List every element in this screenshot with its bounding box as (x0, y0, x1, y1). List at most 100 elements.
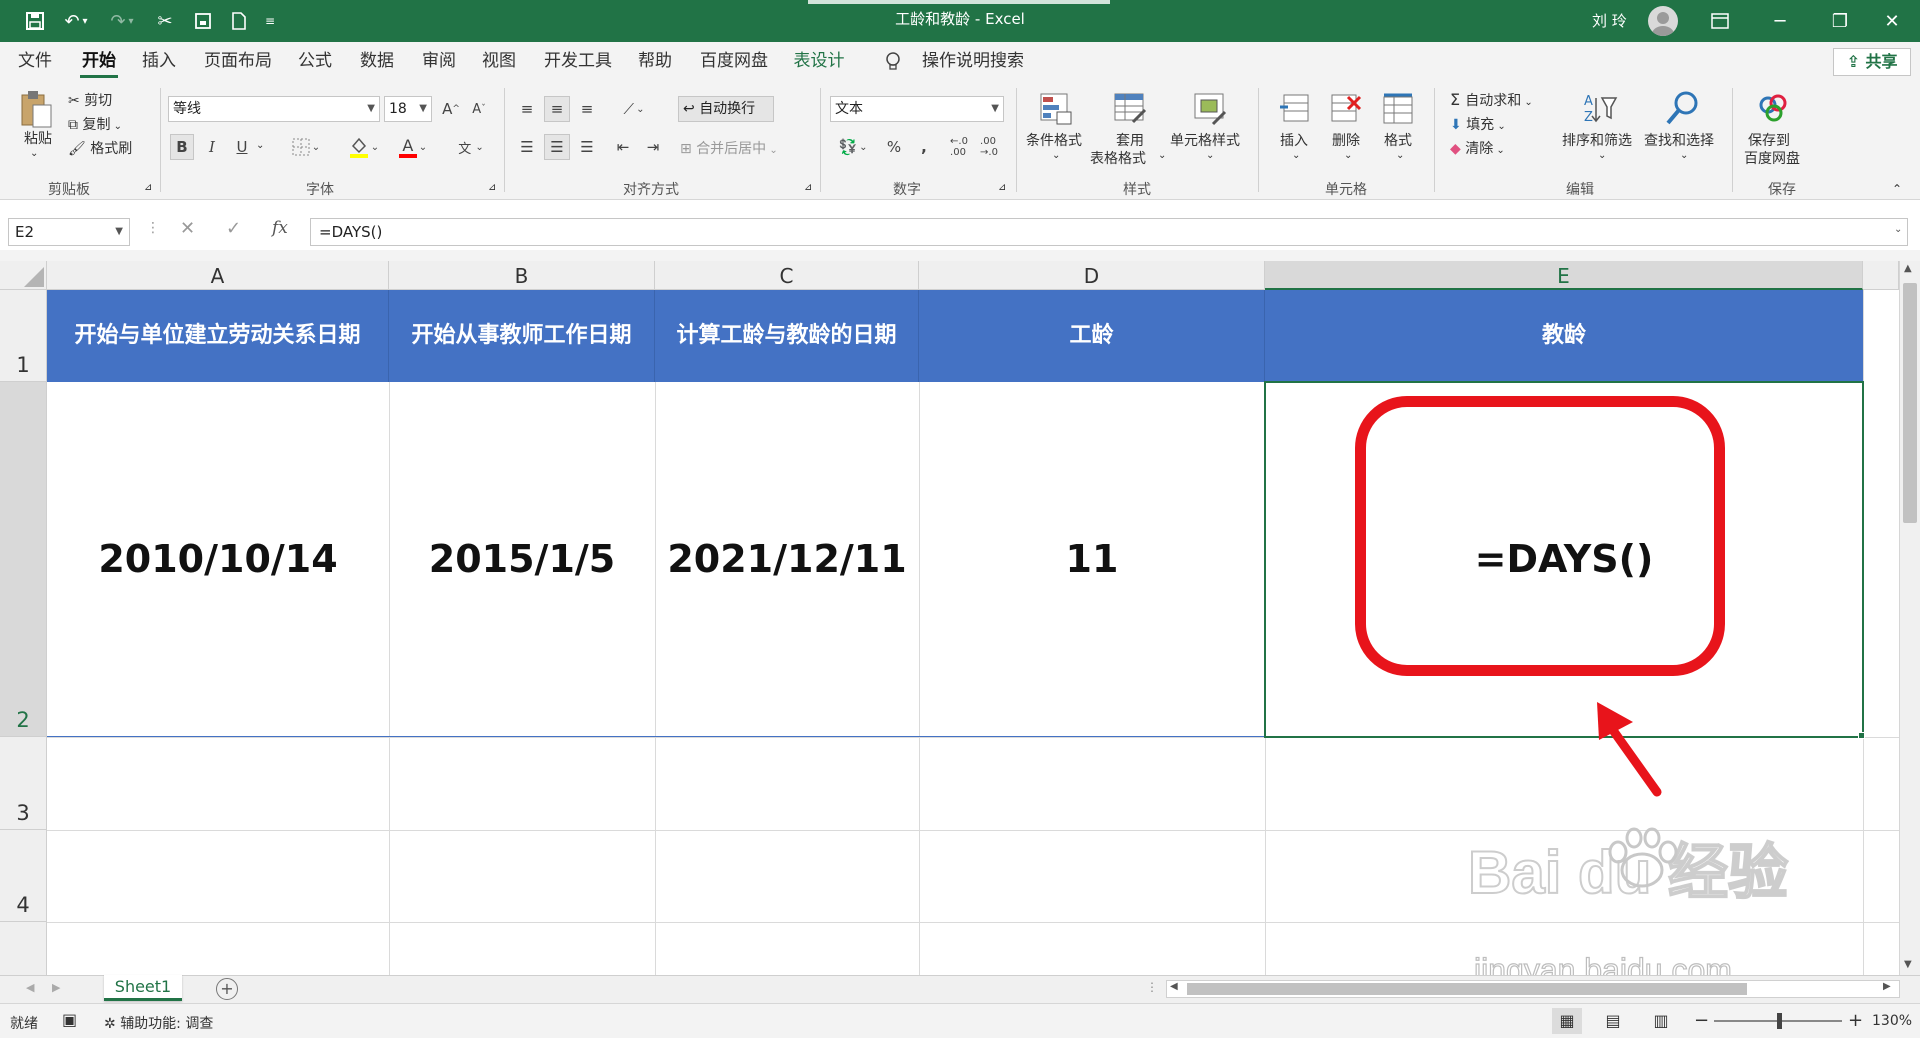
tab-formulas[interactable]: 公式 (292, 42, 338, 82)
tab-file[interactable]: 文件 (12, 42, 58, 82)
share-button[interactable]: ⇪ 共享 (1833, 48, 1911, 76)
chevron-down-icon[interactable]: ⌄ (1344, 150, 1352, 161)
decrease-indent-icon[interactable]: ⇤ (610, 134, 636, 160)
number-launcher-icon[interactable]: ⊿ (998, 182, 1006, 193)
format-cells-icon[interactable] (1380, 90, 1416, 128)
tab-developer[interactable]: 开发工具 (538, 42, 618, 82)
align-middle-icon[interactable]: ≡ (544, 96, 570, 122)
header-cell-d1[interactable]: 工龄 (919, 290, 1265, 382)
increase-indent-icon[interactable]: ⇥ (640, 134, 666, 160)
name-box[interactable]: E2 ▼ (8, 218, 130, 246)
underline-button[interactable]: U (230, 134, 254, 160)
scroll-left-icon[interactable]: ◀ (1170, 981, 1178, 992)
autosum-button[interactable]: Σ 自动求和 ⌄ (1450, 90, 1533, 110)
avatar[interactable] (1648, 6, 1678, 36)
select-all-corner[interactable] (0, 261, 47, 290)
chevron-down-icon[interactable]: ⌄ (1292, 150, 1300, 161)
header-cell-c1[interactable]: 计算工龄与教龄的日期 (655, 290, 919, 382)
chevron-down-icon[interactable]: ⌄ (1680, 150, 1688, 161)
chevron-down-icon[interactable]: ⌄ (1158, 150, 1166, 161)
tab-view[interactable]: 视图 (476, 42, 522, 82)
underline-dropdown-icon[interactable]: ⌄ (256, 140, 264, 151)
cell-b2[interactable]: 2015/1/5 (389, 382, 655, 737)
cut-button[interactable]: ✂ 剪切 (68, 90, 112, 110)
fill-color-icon[interactable]: ⌄ (342, 134, 386, 160)
sort-filter-button[interactable]: 排序和筛选 (1562, 130, 1632, 150)
align-left-icon[interactable]: ☰ (514, 134, 540, 160)
chevron-down-icon[interactable]: ⌄ (1396, 150, 1404, 161)
cancel-icon[interactable]: ✕ (180, 218, 195, 239)
clipboard-launcher-icon[interactable]: ⊿ (144, 182, 152, 193)
page-layout-view-icon[interactable]: ▤ (1598, 1008, 1628, 1034)
tab-insert[interactable]: 插入 (136, 42, 182, 82)
zoom-in-icon[interactable]: + (1848, 1010, 1863, 1031)
new-file-icon[interactable] (224, 0, 254, 42)
undo-icon[interactable]: ↶ ▾ (58, 0, 94, 42)
wrap-text-button[interactable]: ↩ 自动换行 (678, 96, 774, 122)
tab-page-layout[interactable]: 页面布局 (198, 42, 278, 82)
macro-record-icon[interactable]: ▣ (62, 1010, 77, 1029)
font-name-select[interactable]: 等线 ▼ (168, 96, 380, 122)
save-icon[interactable] (20, 0, 50, 42)
copy-button[interactable]: ⧉ 复制 ⌄ (68, 114, 122, 134)
accessibility-status[interactable]: ✲ 辅助功能: 调查 (104, 1013, 213, 1033)
percent-button[interactable]: % (880, 134, 908, 160)
conditional-format-icon[interactable] (1036, 90, 1076, 128)
align-center-icon[interactable]: ☰ (544, 134, 570, 160)
format-as-table-button-1[interactable]: 套用 (1116, 130, 1144, 150)
borders-icon[interactable]: ⌄ (286, 134, 326, 160)
header-cell-e1[interactable]: 教龄 (1265, 290, 1863, 382)
increase-font-icon[interactable]: A ^ (440, 96, 462, 122)
row-header-1[interactable]: 1 (0, 290, 47, 382)
fill-button[interactable]: ⬇ 填充 ⌄ (1450, 114, 1506, 134)
fill-handle[interactable] (1858, 732, 1865, 739)
column-header-b[interactable]: B (389, 261, 655, 290)
font-color-icon[interactable]: A ⌄ (392, 134, 434, 160)
merge-center-button[interactable]: ⊞ 合并后居中 ⌄ (680, 138, 778, 158)
tell-me-search[interactable]: 操作说明搜索 (918, 42, 1028, 82)
comma-button[interactable]: , (912, 134, 936, 160)
paste-icon[interactable] (16, 88, 56, 130)
scroll-right-icon[interactable]: ▶ (1883, 981, 1891, 992)
sort-filter-icon[interactable]: AZ (1580, 88, 1620, 128)
decrease-decimal-icon[interactable]: .00 →.0 (976, 134, 1002, 160)
increase-decimal-icon[interactable]: ←.0.00 (946, 134, 972, 160)
redo-icon[interactable]: ↷ ▾ (104, 0, 140, 42)
horizontal-scroll-thumb[interactable] (1187, 983, 1747, 995)
prev-sheet-icon[interactable]: ◀ (26, 981, 34, 994)
zoom-out-icon[interactable]: − (1694, 1010, 1709, 1031)
find-select-button[interactable]: 查找和选择 (1644, 130, 1714, 150)
column-header-e[interactable]: E (1265, 261, 1863, 290)
header-cell-a1[interactable]: 开始与单位建立劳动关系日期 (47, 290, 389, 382)
format-as-table-icon[interactable] (1110, 90, 1150, 128)
new-sheet-button[interactable]: + (216, 978, 238, 1000)
cell-styles-button[interactable]: 单元格样式 (1170, 130, 1240, 150)
format-cells-button[interactable]: 格式 (1384, 130, 1412, 150)
clear-button[interactable]: ◆ 清除 ⌄ (1450, 138, 1505, 158)
zoom-level[interactable]: 130% (1872, 1013, 1912, 1029)
customize-toolbar-icon[interactable]: ≡ (260, 0, 280, 42)
save-to-baidu-button-2[interactable]: 百度网盘 (1744, 148, 1800, 168)
expand-formula-icon[interactable]: ⌄ (1894, 224, 1902, 235)
font-size-select[interactable]: 18 ▼ (384, 96, 432, 122)
decrease-font-icon[interactable]: Aˇ (468, 96, 490, 122)
formula-input[interactable]: =DAYS() (310, 218, 1908, 246)
phonetic-guide-icon[interactable]: 文 ⌄ (450, 134, 492, 160)
tab-data[interactable]: 数据 (354, 42, 400, 82)
chevron-down-icon[interactable]: ⌄ (1598, 150, 1606, 161)
row-header-4[interactable]: 4 (0, 830, 47, 922)
restore-icon[interactable]: ❐ (1810, 0, 1870, 42)
sheet-tab-sheet1[interactable]: Sheet1 (104, 975, 182, 1001)
tab-baidu-netdisk[interactable]: 百度网盘 (694, 42, 774, 82)
scroll-down-icon[interactable]: ▼ (1904, 959, 1912, 970)
accounting-format-icon[interactable]: 💱 ⌄ (832, 134, 874, 160)
cell-c2[interactable]: 2021/12/11 (655, 382, 919, 737)
normal-view-icon[interactable]: ▦ (1552, 1008, 1582, 1034)
row-header-5[interactable] (0, 922, 47, 975)
cell-d2[interactable]: 11 (919, 382, 1265, 737)
page-break-view-icon[interactable]: ▥ (1646, 1008, 1676, 1034)
insert-cells-icon[interactable] (1276, 90, 1312, 128)
more-options-icon[interactable]: ⋮ (146, 220, 160, 236)
column-header-c[interactable]: C (655, 261, 919, 290)
tab-help[interactable]: 帮助 (632, 42, 678, 82)
